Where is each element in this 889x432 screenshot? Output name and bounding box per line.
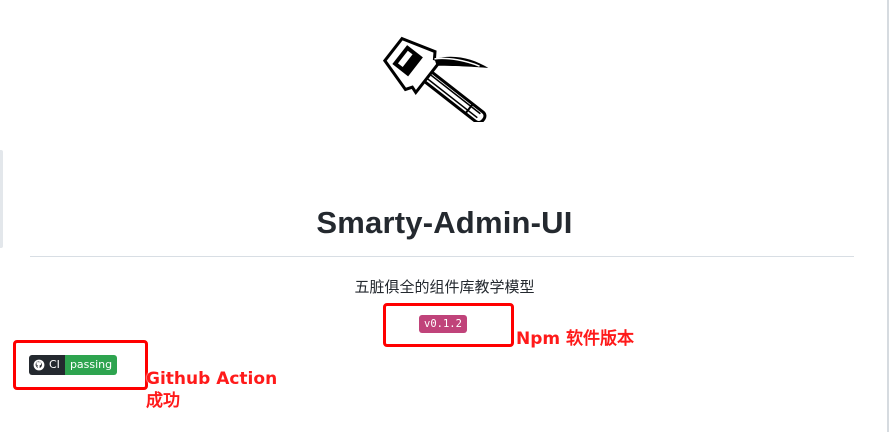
ci-annotation: Github Action 成功 [146,368,277,412]
ci-annotation-line1: Github Action [146,369,278,389]
hammer-icon [382,36,489,122]
readme-title: Smarty-Admin-UI [316,205,573,240]
ci-annotation-line2: 成功 [146,391,180,411]
ci-highlight-box [13,340,148,390]
title-divider [30,256,854,257]
npm-annotation: Npm 软件版本 [516,329,635,349]
readme-subtitle: 五脏俱全的组件库教学模型 [354,278,535,296]
npm-highlight-box [383,303,514,347]
